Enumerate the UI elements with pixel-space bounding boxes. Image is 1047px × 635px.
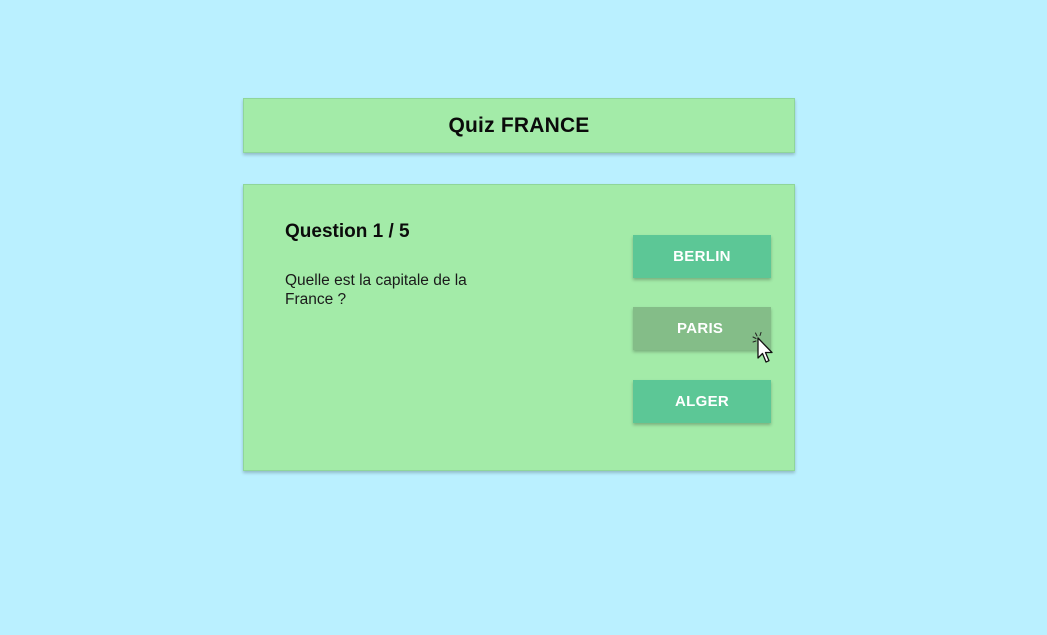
answer-button-berlin[interactable]: BERLIN [633,235,771,278]
quiz-title: Quiz FRANCE [448,113,590,137]
question-counter: Question 1 / 5 [285,221,410,242]
quiz-header: Quiz FRANCE [243,98,795,153]
question-text: Quelle est la capitale de la France ? [285,272,467,308]
question-card: Question 1 / 5 Quelle est la capitale de… [243,184,795,471]
answer-button-paris[interactable]: PARIS [633,307,771,350]
answer-button-alger[interactable]: ALGER [633,380,771,423]
